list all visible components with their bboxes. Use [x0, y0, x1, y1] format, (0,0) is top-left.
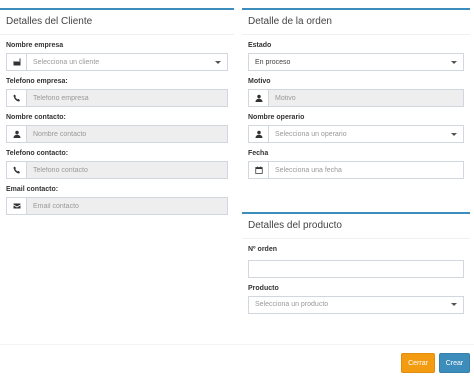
order-details-panel: Detalle de la orden Estado En proceso Mo…: [242, 8, 470, 202]
product-select-placeholder: Selecciona un producto: [255, 301, 329, 308]
user-icon: [7, 126, 27, 142]
operator-select[interactable]: Selecciona un operario: [248, 125, 464, 143]
company-name-field: Nombre empresa Selecciona un cliente: [6, 41, 228, 71]
date-picker[interactable]: Selecciona una fecha: [248, 161, 464, 179]
close-button[interactable]: Cerrar: [401, 353, 435, 373]
chevron-down-icon: [215, 60, 221, 64]
date-field: Fecha Selecciona una fecha: [248, 149, 464, 179]
calendar-icon: [249, 162, 269, 178]
order-number-label: Nº orden: [248, 246, 278, 253]
product-panel-title: Detalles del producto: [242, 214, 470, 239]
company-name-label: Nombre empresa: [6, 42, 64, 49]
status-select-value: En proceso: [255, 58, 291, 66]
operator-select-placeholder: Selecciona un operario: [275, 130, 347, 138]
status-field: Estado En proceso: [248, 41, 464, 71]
chevron-down-icon: [451, 60, 457, 64]
date-picker-placeholder: Selecciona una fecha: [275, 166, 342, 174]
client-panel-title: Detalles del Cliente: [0, 10, 234, 35]
contact-name-label: Nombre contacto:: [6, 114, 66, 121]
product-details-panel: Detalles del producto Nº orden Producto …: [242, 212, 470, 322]
product-field: Producto Selecciona un producto: [248, 284, 464, 314]
operator-field: Nombre operario Selecciona un operario: [248, 113, 464, 143]
phone-icon: [7, 162, 27, 178]
reason-label: Motivo: [248, 78, 271, 85]
company-phone-input[interactable]: [27, 90, 227, 106]
operator-label: Nombre operario: [248, 114, 305, 121]
status-label: Estado: [248, 42, 272, 49]
date-label: Fecha: [248, 150, 269, 157]
status-select[interactable]: En proceso: [248, 53, 464, 71]
contact-phone-input[interactable]: [27, 162, 227, 178]
reason-field: Motivo: [248, 77, 464, 107]
create-button[interactable]: Crear: [439, 353, 470, 373]
company-phone-label: Telefono empresa:: [6, 78, 68, 85]
chevron-down-icon: [451, 303, 457, 306]
contact-phone-field: Telefono contacto:: [6, 149, 228, 179]
phone-icon: [7, 90, 27, 106]
user-icon: [249, 90, 269, 106]
contact-name-field: Nombre contacto:: [6, 113, 228, 143]
order-number-field: Nº orden: [248, 245, 464, 278]
reason-input[interactable]: [269, 90, 463, 106]
industry-icon: [7, 54, 27, 70]
company-phone-field: Telefono empresa:: [6, 77, 228, 107]
company-select-placeholder: Selecciona un cliente: [33, 58, 100, 66]
order-panel-title: Detalle de la orden: [242, 10, 470, 35]
product-label: Producto: [248, 284, 279, 292]
envelope-icon: [7, 198, 27, 214]
product-select[interactable]: Selecciona un producto: [248, 295, 464, 314]
contact-email-input[interactable]: [27, 198, 227, 214]
contact-phone-label: Telefono contacto:: [6, 150, 69, 157]
contact-email-field: Email contacto:: [6, 185, 228, 215]
client-details-panel: Detalles del Cliente Nombre empresa Sele…: [0, 8, 234, 248]
company-select[interactable]: Selecciona un cliente: [6, 53, 228, 71]
order-number-input[interactable]: [248, 259, 464, 278]
footer-divider: [0, 344, 474, 345]
contact-name-input[interactable]: [27, 126, 227, 142]
contact-email-label: Email contacto:: [6, 186, 59, 193]
user-icon: [249, 126, 269, 142]
chevron-down-icon: [451, 132, 457, 136]
